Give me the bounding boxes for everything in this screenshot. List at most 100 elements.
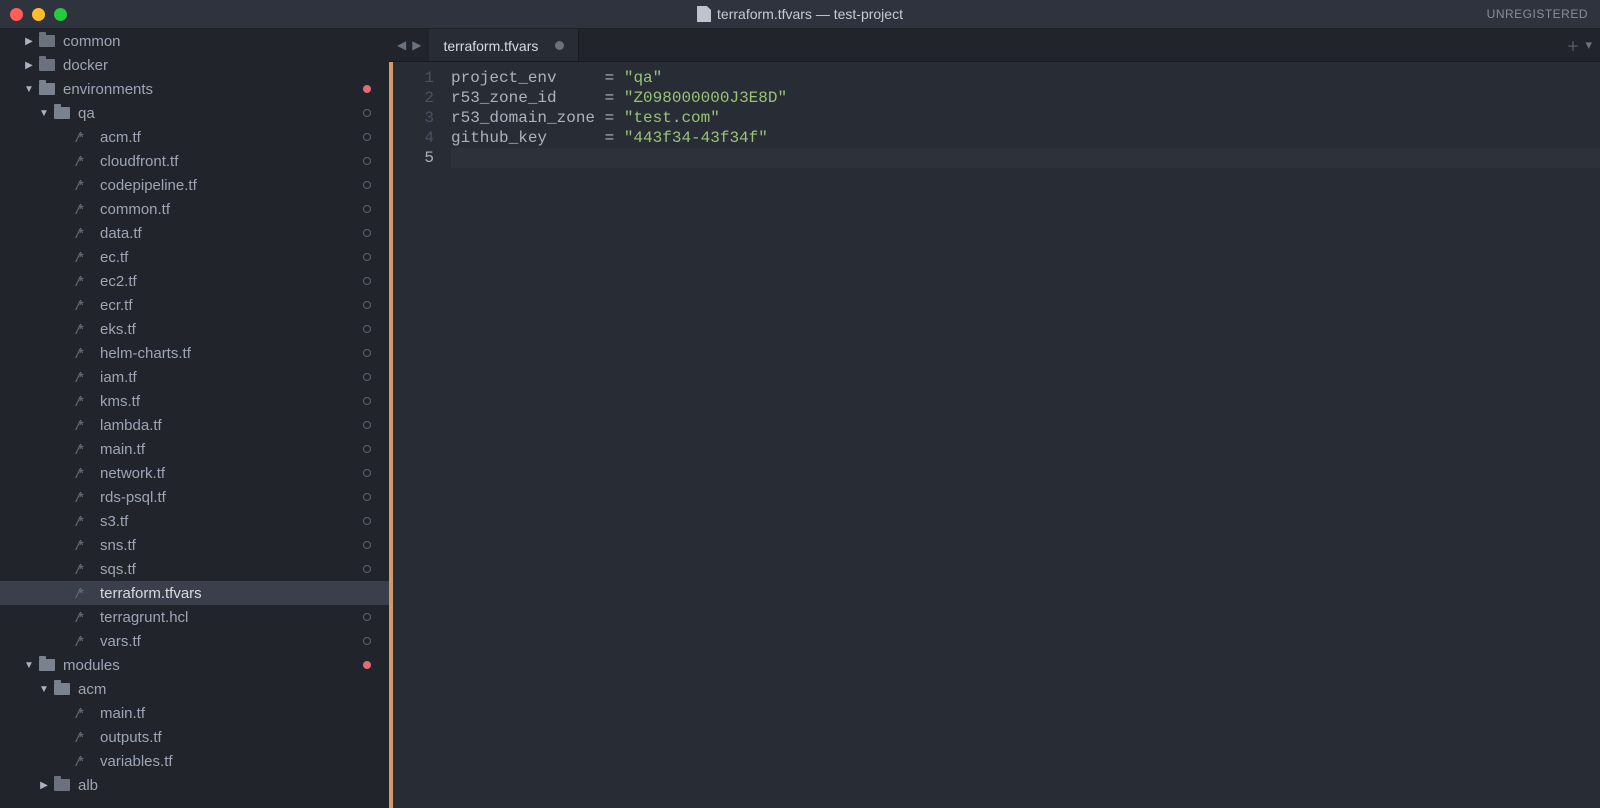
file-comment-icon: /* [76,585,92,601]
token-string: "Z098000000J3E8D" [624,89,787,107]
tree-file[interactable]: /*eks.tf [0,317,389,341]
tree-folder[interactable]: ▼ modules [0,653,389,677]
tree-folder[interactable]: ▼qa [0,101,389,125]
vcs-status-icon [363,493,371,501]
line-number-gutter: 12345 [393,62,445,808]
tree-file[interactable]: /*sns.tf [0,533,389,557]
file-icon [697,6,711,22]
tree-folder[interactable]: ▼environments [0,77,389,101]
tree-folder[interactable]: ▶alb [0,773,389,797]
vcs-modified-icon [363,85,371,93]
tab-dropdown-icon[interactable]: ▾ [1585,37,1592,53]
code-line[interactable]: project_env = "qa" [451,68,1600,88]
code-line[interactable]: github_key = "443f34-43f34f" [451,128,1600,148]
tree-item-label: acm [78,681,106,698]
vcs-status-icon [363,541,371,549]
tree-item-label: codepipeline.tf [100,177,197,194]
tabs-row: ◀ ▶ terraform.tfvars ＋ ▾ [389,29,1600,62]
chevron-down-icon[interactable]: ▼ [40,684,48,695]
tree-file[interactable]: /*main.tf [0,701,389,725]
file-comment-icon: /* [76,561,92,577]
file-comment-icon: /* [76,753,92,769]
tree-file[interactable]: /* main.tf [0,437,389,461]
tree-file[interactable]: /*acm.tf [0,125,389,149]
tab-history-forward-icon[interactable]: ▶ [410,38,423,52]
code-area[interactable]: 12345 project_env = "qa"r53_zone_id = "Z… [389,62,1600,808]
tree-item-label: helm-charts.tf [100,345,191,362]
tree-file[interactable]: /*common.tf [0,197,389,221]
token-string: "443f34-43f34f" [624,129,768,147]
tree-item-label: main.tf [100,441,145,458]
tree-file[interactable]: /*helm-charts.tf [0,341,389,365]
file-comment-icon: /* [76,225,92,241]
token-identifier: r53_zone_id [451,89,557,107]
tree-item-label: modules [63,657,120,674]
chevron-right-icon[interactable]: ▶ [40,780,48,791]
tree-file[interactable]: /*network.tf [0,461,389,485]
tab-dirty-indicator-icon [555,41,564,50]
file-comment-icon: /* [76,321,92,337]
line-number: 1 [393,68,434,88]
chevron-down-icon[interactable]: ▼ [40,108,48,119]
file-comment-icon: /* [76,393,92,409]
code-content[interactable]: project_env = "qa"r53_zone_id = "Z098000… [445,62,1600,808]
chevron-down-icon[interactable]: ▼ [25,84,33,95]
tree-file[interactable]: /*variables.tf [0,749,389,773]
line-number: 3 [393,108,434,128]
tree-file[interactable]: /* kms.tf [0,389,389,413]
file-comment-icon: /* [76,417,92,433]
code-line[interactable] [451,148,1600,168]
tree-file[interactable]: /*s3.tf [0,509,389,533]
tree-item-label: ec.tf [100,249,128,266]
tree-file[interactable]: /* lambda.tf [0,413,389,437]
folder-icon [39,59,55,71]
folder-icon [54,683,70,695]
vcs-status-icon [363,373,371,381]
window-close-button[interactable] [10,8,23,21]
tree-item-label: kms.tf [100,393,140,410]
tree-item-label: lambda.tf [100,417,162,434]
tree-file[interactable]: /*outputs.tf [0,725,389,749]
vcs-status-icon [363,613,371,621]
tree-item-label: main.tf [100,705,145,722]
tree-file[interactable]: /*sqs.tf [0,557,389,581]
tree-file[interactable]: /*ecr.tf [0,293,389,317]
token-equals: = [605,89,624,107]
tab-history-back-icon[interactable]: ◀ [395,38,408,52]
tree-file[interactable]: /*ec2.tf [0,269,389,293]
file-comment-icon: /* [76,441,92,457]
tree-item-label: acm.tf [100,129,141,146]
tree-item-label: docker [63,57,108,74]
tree-folder[interactable]: ▼ acm [0,677,389,701]
file-comment-icon: /* [76,513,92,529]
new-tab-button[interactable]: ＋ [1566,36,1579,55]
code-line[interactable]: r53_zone_id = "Z098000000J3E8D" [451,88,1600,108]
editor-tab[interactable]: terraform.tfvars [429,29,579,61]
tree-item-label: outputs.tf [100,729,162,746]
window-zoom-button[interactable] [54,8,67,21]
tree-file[interactable]: /*vars.tf [0,629,389,653]
chevron-down-icon[interactable]: ▼ [25,660,33,671]
tree-folder[interactable]: ▶ docker [0,53,389,77]
tree-file[interactable]: /*iam.tf [0,365,389,389]
folder-icon [39,659,55,671]
tree-file[interactable]: /*terragrunt.hcl [0,605,389,629]
window-minimize-button[interactable] [32,8,45,21]
tree-folder[interactable]: ▶common [0,29,389,53]
chevron-right-icon[interactable]: ▶ [25,36,33,47]
line-number: 4 [393,128,434,148]
tree-file[interactable]: /*terraform.tfvars [0,581,389,605]
sidebar: ▶common▶docker▼environments▼qa/*acm.tf/*… [0,29,389,808]
chevron-right-icon[interactable]: ▶ [25,60,33,71]
tree-file[interactable]: /*cloudfront.tf [0,149,389,173]
tree-file[interactable]: /*ec.tf [0,245,389,269]
file-comment-icon: /* [76,369,92,385]
file-comment-icon: /* [76,201,92,217]
vcs-status-icon [363,517,371,525]
code-line[interactable]: r53_domain_zone = "test.com" [451,108,1600,128]
file-comment-icon: /* [76,537,92,553]
tree-file[interactable]: /*codepipeline.tf [0,173,389,197]
tree-file[interactable]: /*rds-psql.tf [0,485,389,509]
tree-file[interactable]: /*data.tf [0,221,389,245]
file-comment-icon: /* [76,273,92,289]
